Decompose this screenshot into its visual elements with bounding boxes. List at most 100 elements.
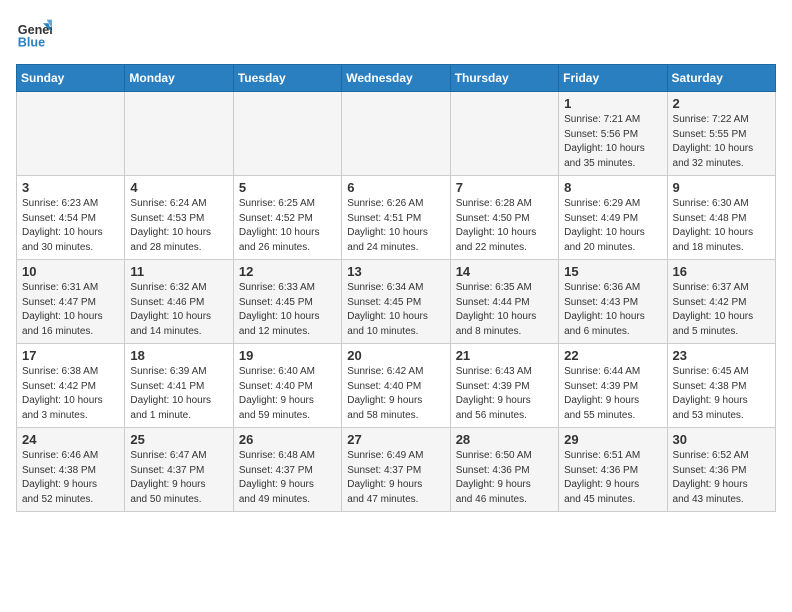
calendar-week-5: 24 Sunrise: 6:46 AM Sunset: 4:38 PM Dayli… bbox=[17, 428, 776, 512]
calendar-week-4: 17 Sunrise: 6:38 AM Sunset: 4:42 PM Dayli… bbox=[17, 344, 776, 428]
calendar-cell: 4 Sunrise: 6:24 AM Sunset: 4:53 PM Daylig… bbox=[125, 176, 233, 260]
header-friday: Friday bbox=[559, 65, 667, 92]
calendar-cell: 2Sunrise: 7:22 AM Sunset: 5:55 PM Daylig… bbox=[667, 92, 775, 176]
day-info: Sunrise: 6:25 AM Sunset: 4:52 PM Dayligh… bbox=[239, 197, 336, 255]
day-info: Sunrise: 6:30 AM Sunset: 4:48 PM Dayligh… bbox=[673, 197, 770, 255]
day-info: Sunrise: 6:37 AM Sunset: 4:42 PM Dayligh… bbox=[673, 281, 770, 339]
day-info: Sunrise: 6:47 AM Sunset: 4:37 PM Dayligh… bbox=[130, 449, 227, 507]
calendar-cell: 3 Sunrise: 6:23 AM Sunset: 4:54 PM Daylig… bbox=[17, 176, 125, 260]
calendar-cell bbox=[450, 92, 558, 176]
day-info: Sunrise: 6:31 AM Sunset: 4:47 PM Dayligh… bbox=[22, 281, 119, 339]
calendar-cell: 10 Sunrise: 6:31 AM Sunset: 4:47 PM Dayli… bbox=[17, 260, 125, 344]
calendar-cell: 25 Sunrise: 6:47 AM Sunset: 4:37 PM Dayli… bbox=[125, 428, 233, 512]
logo: General Blue bbox=[16, 16, 52, 52]
day-info: Sunrise: 6:42 AM Sunset: 4:40 PM Dayligh… bbox=[347, 365, 444, 423]
calendar-cell: 14 Sunrise: 6:35 AM Sunset: 4:44 PM Dayli… bbox=[450, 260, 558, 344]
day-info: Sunrise: 6:51 AM Sunset: 4:36 PM Dayligh… bbox=[564, 449, 661, 507]
day-info: Sunrise: 6:24 AM Sunset: 4:53 PM Dayligh… bbox=[130, 197, 227, 255]
day-info: Sunrise: 6:38 AM Sunset: 4:42 PM Dayligh… bbox=[22, 365, 119, 423]
day-info: Sunrise: 6:48 AM Sunset: 4:37 PM Dayligh… bbox=[239, 449, 336, 507]
calendar-week-1: 1 Sunrise: 7:21 AM Sunset: 5:56 PM Daylig… bbox=[17, 92, 776, 176]
calendar-cell: 1 Sunrise: 7:21 AM Sunset: 5:56 PM Daylig… bbox=[559, 92, 667, 176]
calendar-table: SundayMondayTuesdayWednesdayThursdayFrid… bbox=[16, 64, 776, 512]
calendar-cell bbox=[17, 92, 125, 176]
calendar-cell: 5Sunrise: 6:25 AM Sunset: 4:52 PM Daylig… bbox=[233, 176, 341, 260]
day-info: Sunrise: 6:49 AM Sunset: 4:37 PM Dayligh… bbox=[347, 449, 444, 507]
day-number: 8 bbox=[564, 180, 661, 195]
calendar-cell: 13 Sunrise: 6:34 AM Sunset: 4:45 PM Dayli… bbox=[342, 260, 450, 344]
calendar-cell: 8Sunrise: 6:29 AM Sunset: 4:49 PM Daylig… bbox=[559, 176, 667, 260]
calendar-cell bbox=[233, 92, 341, 176]
calendar-cell: 24 Sunrise: 6:46 AM Sunset: 4:38 PM Dayli… bbox=[17, 428, 125, 512]
day-number: 9 bbox=[673, 180, 770, 195]
calendar-cell: 27 Sunrise: 6:49 AM Sunset: 4:37 PM Dayli… bbox=[342, 428, 450, 512]
calendar-week-2: 3 Sunrise: 6:23 AM Sunset: 4:54 PM Daylig… bbox=[17, 176, 776, 260]
day-number: 16 bbox=[673, 264, 770, 279]
calendar-cell: 18 Sunrise: 6:39 AM Sunset: 4:41 PM Dayli… bbox=[125, 344, 233, 428]
day-number: 2 bbox=[673, 96, 770, 111]
header-tuesday: Tuesday bbox=[233, 65, 341, 92]
header-monday: Monday bbox=[125, 65, 233, 92]
day-number: 19 bbox=[239, 348, 336, 363]
calendar-cell: 28 Sunrise: 6:50 AM Sunset: 4:36 PM Dayli… bbox=[450, 428, 558, 512]
day-number: 11 bbox=[130, 264, 227, 279]
day-info: Sunrise: 6:23 AM Sunset: 4:54 PM Dayligh… bbox=[22, 197, 119, 255]
day-number: 23 bbox=[673, 348, 770, 363]
day-info: Sunrise: 6:26 AM Sunset: 4:51 PM Dayligh… bbox=[347, 197, 444, 255]
calendar-cell bbox=[125, 92, 233, 176]
day-number: 7 bbox=[456, 180, 553, 195]
day-number: 18 bbox=[130, 348, 227, 363]
logo-icon: General Blue bbox=[16, 16, 52, 52]
calendar-cell: 7 Sunrise: 6:28 AM Sunset: 4:50 PM Daylig… bbox=[450, 176, 558, 260]
day-number: 25 bbox=[130, 432, 227, 447]
calendar-cell: 12 Sunrise: 6:33 AM Sunset: 4:45 PM Dayli… bbox=[233, 260, 341, 344]
day-number: 4 bbox=[130, 180, 227, 195]
day-info: Sunrise: 7:21 AM Sunset: 5:56 PM Dayligh… bbox=[564, 113, 661, 171]
day-number: 15 bbox=[564, 264, 661, 279]
calendar-cell: 17 Sunrise: 6:38 AM Sunset: 4:42 PM Dayli… bbox=[17, 344, 125, 428]
calendar-week-3: 10 Sunrise: 6:31 AM Sunset: 4:47 PM Dayli… bbox=[17, 260, 776, 344]
day-number: 26 bbox=[239, 432, 336, 447]
day-number: 6 bbox=[347, 180, 444, 195]
day-info: Sunrise: 6:33 AM Sunset: 4:45 PM Dayligh… bbox=[239, 281, 336, 339]
day-info: Sunrise: 6:39 AM Sunset: 4:41 PM Dayligh… bbox=[130, 365, 227, 423]
day-number: 30 bbox=[673, 432, 770, 447]
calendar-cell: 21 Sunrise: 6:43 AM Sunset: 4:39 PM Dayli… bbox=[450, 344, 558, 428]
day-number: 13 bbox=[347, 264, 444, 279]
calendar-cell: 11Sunrise: 6:32 AM Sunset: 4:46 PM Dayli… bbox=[125, 260, 233, 344]
day-number: 12 bbox=[239, 264, 336, 279]
day-info: Sunrise: 6:50 AM Sunset: 4:36 PM Dayligh… bbox=[456, 449, 553, 507]
calendar-cell: 9 Sunrise: 6:30 AM Sunset: 4:48 PM Daylig… bbox=[667, 176, 775, 260]
day-number: 28 bbox=[456, 432, 553, 447]
day-info: Sunrise: 6:34 AM Sunset: 4:45 PM Dayligh… bbox=[347, 281, 444, 339]
day-number: 27 bbox=[347, 432, 444, 447]
calendar-cell: 23 Sunrise: 6:45 AM Sunset: 4:38 PM Dayli… bbox=[667, 344, 775, 428]
day-number: 17 bbox=[22, 348, 119, 363]
day-number: 21 bbox=[456, 348, 553, 363]
calendar-cell: 15Sunrise: 6:36 AM Sunset: 4:43 PM Dayli… bbox=[559, 260, 667, 344]
day-info: Sunrise: 6:40 AM Sunset: 4:40 PM Dayligh… bbox=[239, 365, 336, 423]
day-number: 1 bbox=[564, 96, 661, 111]
day-info: Sunrise: 6:45 AM Sunset: 4:38 PM Dayligh… bbox=[673, 365, 770, 423]
header-sunday: Sunday bbox=[17, 65, 125, 92]
day-info: Sunrise: 6:28 AM Sunset: 4:50 PM Dayligh… bbox=[456, 197, 553, 255]
svg-text:Blue: Blue bbox=[18, 36, 45, 50]
day-info: Sunrise: 6:43 AM Sunset: 4:39 PM Dayligh… bbox=[456, 365, 553, 423]
day-number: 10 bbox=[22, 264, 119, 279]
calendar-cell: 6 Sunrise: 6:26 AM Sunset: 4:51 PM Daylig… bbox=[342, 176, 450, 260]
day-info: Sunrise: 6:46 AM Sunset: 4:38 PM Dayligh… bbox=[22, 449, 119, 507]
day-info: Sunrise: 6:44 AM Sunset: 4:39 PM Dayligh… bbox=[564, 365, 661, 423]
calendar-cell: 16 Sunrise: 6:37 AM Sunset: 4:42 PM Dayli… bbox=[667, 260, 775, 344]
calendar-cell: 19 Sunrise: 6:40 AM Sunset: 4:40 PM Dayli… bbox=[233, 344, 341, 428]
day-number: 20 bbox=[347, 348, 444, 363]
header-wednesday: Wednesday bbox=[342, 65, 450, 92]
day-number: 14 bbox=[456, 264, 553, 279]
day-number: 3 bbox=[22, 180, 119, 195]
header-thursday: Thursday bbox=[450, 65, 558, 92]
page-header: General Blue bbox=[16, 16, 776, 52]
calendar-cell: 26 Sunrise: 6:48 AM Sunset: 4:37 PM Dayli… bbox=[233, 428, 341, 512]
day-number: 24 bbox=[22, 432, 119, 447]
calendar-cell: 20 Sunrise: 6:42 AM Sunset: 4:40 PM Dayli… bbox=[342, 344, 450, 428]
day-info: Sunrise: 6:35 AM Sunset: 4:44 PM Dayligh… bbox=[456, 281, 553, 339]
calendar-cell: 29Sunrise: 6:51 AM Sunset: 4:36 PM Dayli… bbox=[559, 428, 667, 512]
